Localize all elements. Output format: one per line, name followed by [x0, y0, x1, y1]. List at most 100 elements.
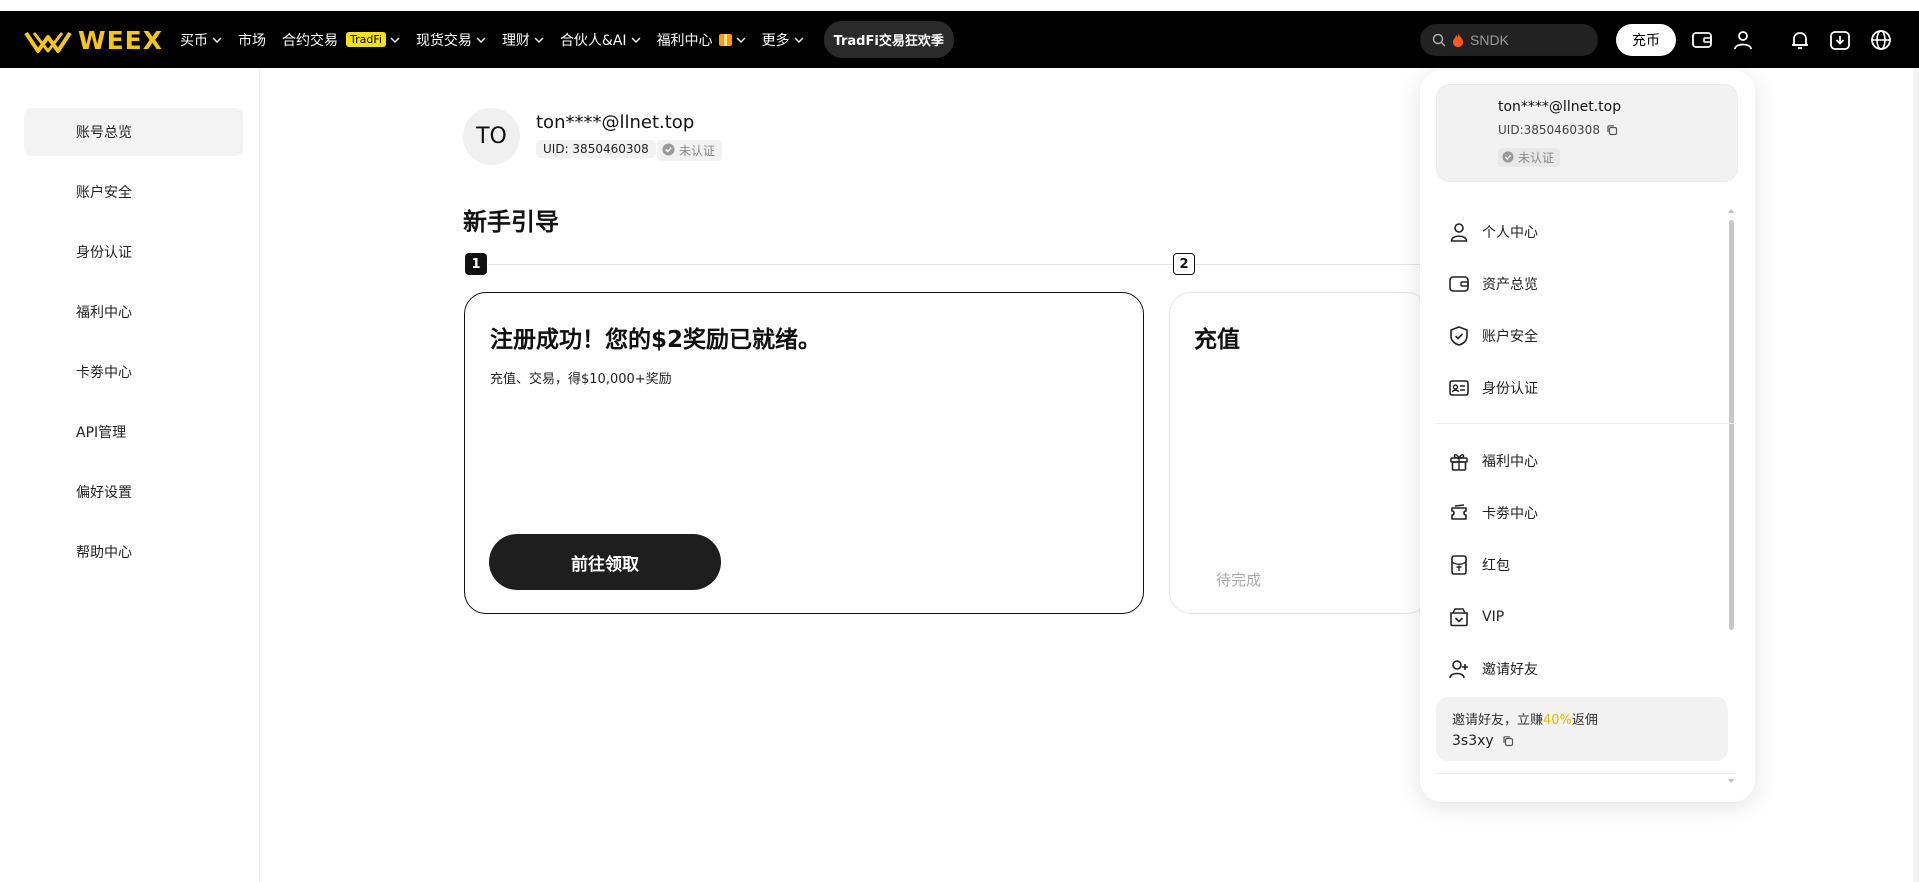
invite-promo-prefix: 邀请好友，立赚 — [1452, 713, 1544, 728]
step-card-status: 待完成 — [1216, 571, 1262, 589]
step-progress-line — [488, 264, 1428, 265]
invite-promo-card[interactable]: 邀请好友，立赚40%返佣 3s3xy — [1436, 697, 1728, 761]
menu-item-personal-center[interactable]: 个人中心 — [1448, 218, 1708, 246]
dropdown-email: ton****@llnet.top — [1498, 99, 1622, 115]
verification-status-text: 未认证 — [679, 144, 716, 158]
globe-icon[interactable] — [1869, 28, 1893, 52]
claim-reward-button[interactable]: 前往领取 — [489, 534, 721, 590]
sidebar-item-rewards[interactable]: 福利中心 — [24, 288, 243, 336]
nav-partner-ai[interactable]: 合伙人&AI — [560, 30, 641, 50]
sidebar-item-preferences[interactable]: 偏好设置 — [24, 468, 243, 516]
scroll-up-arrow-icon[interactable] — [1728, 209, 1734, 213]
menu-item-label: 红包 — [1482, 558, 1510, 574]
menu-item-account-security[interactable]: 账户安全 — [1448, 322, 1708, 350]
nav-rewards[interactable]: 福利中心 — [657, 30, 746, 50]
chevron-down-icon — [476, 37, 486, 43]
menu-item-label: 邀请好友 — [1482, 662, 1538, 678]
sidebar-item-help[interactable]: 帮助中心 — [24, 528, 243, 576]
user-dropdown-menu: ton****@llnet.top UID:3850460308 未认证 个人中… — [1420, 70, 1755, 802]
menu-item-assets[interactable]: 资产总览 — [1448, 270, 1708, 298]
weex-logo[interactable]: WEEX — [24, 26, 163, 55]
download-icon[interactable] — [1828, 28, 1852, 52]
sidebar-item-identity[interactable]: 身份认证 — [24, 228, 243, 276]
nav-buy-crypto[interactable]: 买币 — [180, 30, 222, 50]
menu-divider — [1436, 423, 1736, 424]
chevron-down-icon — [534, 37, 544, 43]
step-card-deposit: 充值 待完成 — [1169, 292, 1429, 614]
step-card-register: 注册成功！您的$2奖励已就绪。 充值、交易，得$10,000+奖励 前往领取 — [464, 292, 1144, 614]
verified-badge-icon — [662, 143, 675, 156]
search-icon — [1432, 33, 1446, 47]
step-number-2: 2 — [1173, 253, 1195, 275]
chevron-down-icon — [736, 37, 746, 43]
nav-earn[interactable]: 理财 — [502, 30, 544, 50]
dropdown-verification-badge[interactable]: 未认证 — [1498, 148, 1561, 167]
menu-item-label: 账户安全 — [1482, 329, 1538, 345]
chevron-down-icon — [794, 37, 804, 43]
sidebar-item-account-security[interactable]: 账户安全 — [24, 168, 243, 216]
invite-promo-suffix: 返佣 — [1571, 713, 1598, 728]
menu-item-label: 福利中心 — [1482, 454, 1538, 470]
copy-icon[interactable] — [1606, 124, 1618, 136]
menu-item-label: 卡劵中心 — [1482, 506, 1538, 522]
menu-item-red-packet[interactable]: 红包 — [1448, 551, 1708, 579]
scroll-down-arrow-icon[interactable] — [1728, 779, 1734, 783]
id-card-icon — [1449, 380, 1469, 396]
menu-item-identity[interactable]: 身份认证 — [1448, 374, 1708, 402]
search-input[interactable] — [1470, 32, 1590, 48]
nav-label: 合约交易 — [282, 32, 338, 49]
fire-icon — [1453, 33, 1463, 47]
menu-item-label: 身份认证 — [1482, 381, 1538, 397]
dropdown-user-card: ton****@llnet.top UID:3850460308 未认证 — [1436, 84, 1738, 182]
gift-icon — [718, 33, 732, 46]
nav-label: 福利中心 — [656, 32, 713, 49]
wallet-icon — [1449, 276, 1469, 292]
chevron-down-icon — [631, 37, 641, 43]
promo-button[interactable]: TradFi交易狂欢季 — [823, 21, 954, 58]
wallet-icon[interactable] — [1690, 28, 1714, 52]
bell-icon[interactable] — [1788, 28, 1812, 52]
user-icon — [1450, 223, 1468, 242]
menu-item-label: VIP — [1482, 609, 1505, 625]
nav-label: 理财 — [501, 32, 530, 49]
invite-promo-highlight: 40% — [1543, 713, 1572, 728]
menu-item-vip[interactable]: VIP — [1448, 603, 1708, 631]
sidebar-item-coupons[interactable]: 卡劵中心 — [24, 348, 243, 396]
menu-item-rewards[interactable]: 福利中心 — [1448, 447, 1708, 475]
page-scrollbar[interactable] — [1913, 68, 1919, 882]
menu-item-invite-friends[interactable]: 邀请好友 — [1448, 655, 1708, 683]
deposit-button[interactable]: 充币 — [1616, 24, 1676, 56]
user-email: ton****@llnet.top — [536, 112, 695, 133]
verified-badge-icon — [1502, 151, 1514, 163]
verification-status-badge[interactable]: 未认证 — [657, 140, 723, 161]
tradfi-tag: TradFi — [346, 32, 386, 47]
uid-badge: UID: 3850460308 — [536, 140, 656, 158]
menu-item-coupons[interactable]: 卡劵中心 — [1448, 499, 1708, 527]
sidebar-item-api[interactable]: API管理 — [24, 408, 243, 456]
vip-icon — [1450, 608, 1468, 627]
nav-markets[interactable]: 市场 — [238, 30, 266, 50]
chevron-down-icon — [212, 37, 222, 43]
sidebar-item-account-overview[interactable]: 账号总览 — [24, 108, 243, 156]
dropdown-scrollbar[interactable] — [1729, 220, 1734, 630]
top-navigation-bar: WEEX 买币 市场 合约交易 TradFi 现货交易 理财 合伙人&AI 福利… — [0, 11, 1919, 68]
nav-label: 现货交易 — [415, 32, 472, 49]
top-strip — [0, 0, 1919, 11]
menu-divider — [1436, 773, 1736, 774]
user-icon[interactable] — [1731, 28, 1755, 52]
shield-icon — [1450, 326, 1468, 346]
gift-icon — [1450, 454, 1468, 471]
search-box[interactable] — [1420, 24, 1598, 56]
nav-futures[interactable]: 合约交易 TradFi — [282, 30, 400, 50]
dropdown-verification-text: 未认证 — [1518, 151, 1555, 165]
dropdown-uid: UID:3850460308 — [1498, 123, 1618, 137]
nav-more[interactable]: 更多 — [762, 30, 804, 50]
nav-label: 市场 — [238, 32, 266, 49]
guide-title: 新手引导 — [463, 208, 559, 236]
invite-code: 3s3xy — [1452, 733, 1514, 749]
copy-icon[interactable] — [1502, 735, 1514, 747]
menu-item-label: 个人中心 — [1482, 225, 1538, 241]
nav-label: 买币 — [180, 32, 208, 49]
step-number-1: 1 — [465, 253, 487, 275]
nav-spot[interactable]: 现货交易 — [416, 30, 486, 50]
